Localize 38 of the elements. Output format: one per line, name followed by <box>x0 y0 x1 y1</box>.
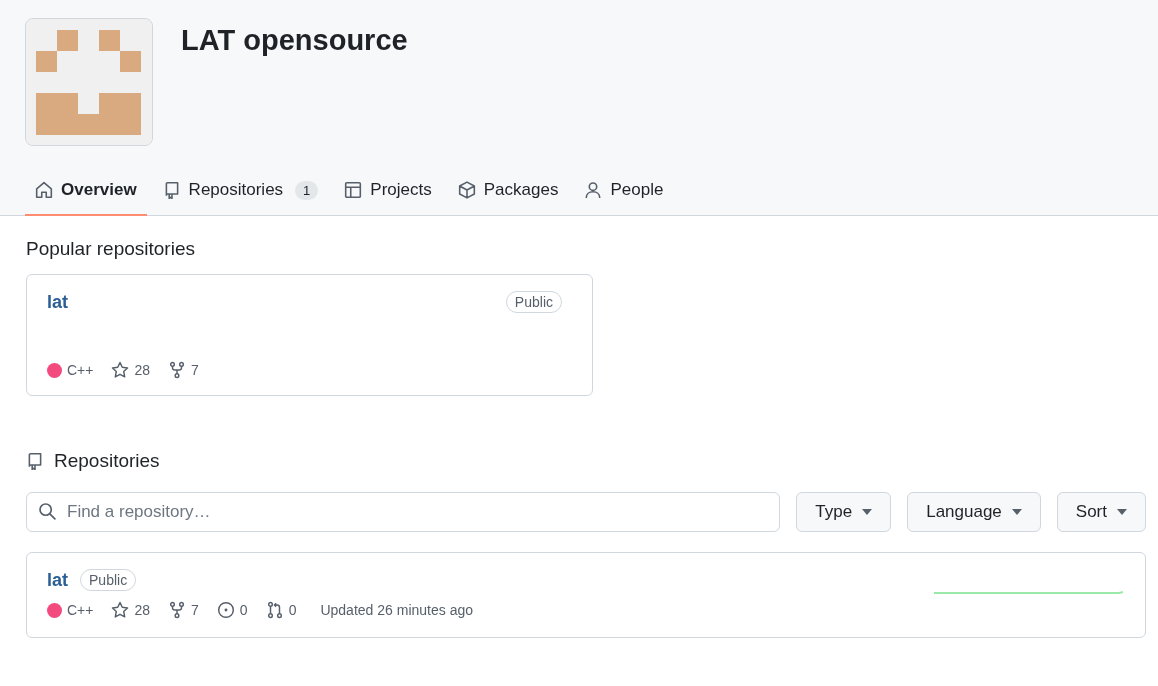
fork-count[interactable]: 7 <box>191 602 199 618</box>
nav-tab[interactable]: Projects <box>334 172 442 216</box>
caret-icon <box>862 509 873 515</box>
star-count[interactable]: 28 <box>134 362 151 378</box>
fork-icon <box>168 361 187 379</box>
star-count[interactable]: 28 <box>134 602 151 618</box>
fork-icon <box>168 601 187 619</box>
star-icon <box>111 601 130 619</box>
repo-link[interactable]: lat <box>47 291 68 313</box>
nav-tab[interactable]: Repositories 1 <box>152 172 329 216</box>
org-name: LAT opensource <box>181 24 408 58</box>
language-label: C++ <box>67 362 94 378</box>
counter-badge: 1 <box>295 180 319 200</box>
nav-tab[interactable]: People <box>574 172 674 216</box>
caret-icon <box>1117 509 1127 515</box>
person-icon <box>584 181 603 199</box>
updated-time: Updated 26 minutes ago <box>320 602 473 618</box>
home-icon <box>35 181 53 199</box>
section-heading: Repositories <box>54 450 160 472</box>
book-icon <box>26 452 44 470</box>
repo-link[interactable]: lat <box>47 569 68 591</box>
filter-dropdown[interactable]: Language <box>907 492 1041 532</box>
search-field[interactable]: Find a repository… <box>26 492 781 532</box>
star-icon <box>111 361 130 379</box>
caret-icon <box>1011 509 1022 515</box>
filter-dropdown[interactable]: Sort <box>1056 492 1146 532</box>
fork-count[interactable]: 7 <box>191 362 199 378</box>
issue-count[interactable]: 0 <box>239 602 248 618</box>
pull-request-icon <box>265 601 284 619</box>
pull-request-count[interactable]: 0 <box>288 602 297 618</box>
nav-tab[interactable]: Packages <box>447 172 569 216</box>
filter-dropdown[interactable]: Type <box>796 492 892 532</box>
table-icon <box>344 181 363 199</box>
section-heading: Popular repositories <box>26 238 196 260</box>
issue-icon <box>216 601 235 619</box>
box-icon <box>457 181 476 199</box>
language-label: C++ <box>67 602 94 618</box>
nav-tab[interactable]: Overview <box>25 172 147 216</box>
